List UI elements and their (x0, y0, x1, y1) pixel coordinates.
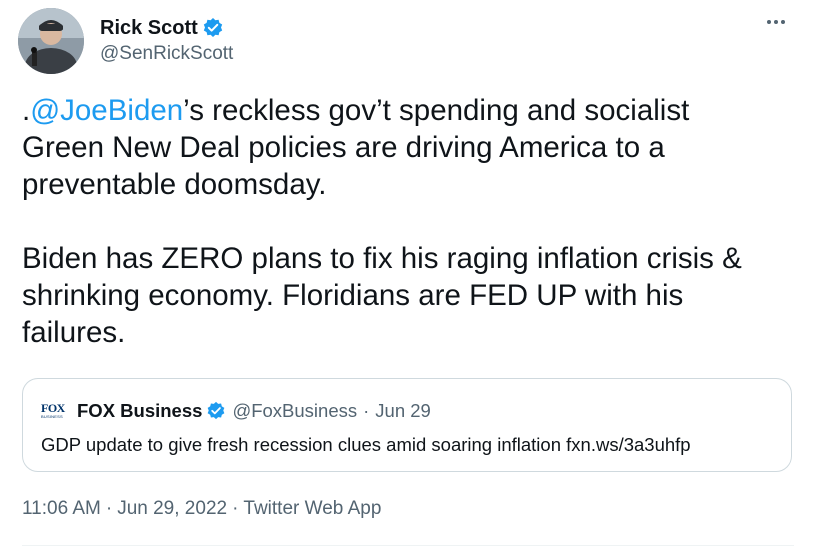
tweet-text-prefix: . (22, 94, 31, 127)
avatar-photo-icon (18, 8, 84, 74)
tweet-paragraph-1: .@JoeBiden’s reckless gov’t spending and… (22, 92, 802, 203)
tweet-text-line2: Green New Deal policies are driving Amer… (22, 131, 665, 164)
tweet-date[interactable]: Jun 29, 2022 (117, 498, 227, 519)
footer-separator: · (105, 498, 113, 519)
fox-business-logo: FOX BUSINESS (41, 401, 71, 421)
tweet-text-line3: preventable doomsday. (22, 168, 327, 201)
tweet-header: Rick Scott @SenRickScott (18, 8, 233, 74)
tweet-paragraph-2: Biden has ZERO plans to fix his raging i… (22, 240, 802, 351)
verified-badge-icon (202, 17, 224, 39)
tweet-footer: 11:06 AM · Jun 29, 2022 · Twitter Web App (22, 496, 381, 522)
footer-separator-2: · (232, 498, 239, 519)
tweet-text-line5: shrinking economy. Floridians are FED UP… (22, 279, 684, 312)
tweet-text-line6: failures. (22, 316, 126, 349)
tweet-text-line4: Biden has ZERO plans to fix his raging i… (22, 242, 742, 275)
quoted-tweet[interactable]: FOX BUSINESS FOX Business @FoxBusiness ·… (22, 378, 792, 472)
quoted-date: Jun 29 (375, 400, 431, 421)
quoted-tweet-text: GDP update to give fresh recession clues… (41, 434, 691, 455)
more-options-button[interactable] (764, 10, 788, 34)
author-avatar[interactable] (18, 8, 84, 74)
quoted-handle: @FoxBusiness (232, 400, 358, 421)
author-names: Rick Scott @SenRickScott (100, 16, 233, 66)
quoted-tweet-header: FOX BUSINESS FOX Business @FoxBusiness ·… (41, 399, 431, 423)
tweet-card: Rick Scott @SenRickScott .@JoeBiden’s re… (0, 0, 816, 548)
quoted-display-name: FOX Business (77, 400, 203, 421)
logo-subtext: BUSINESS (41, 414, 63, 419)
tweet-text: .@JoeBiden’s reckless gov’t spending and… (22, 92, 802, 351)
author-name-row: Rick Scott (100, 16, 233, 40)
divider (22, 545, 794, 546)
quoted-separator: · (363, 400, 370, 421)
quoted-verified-badge-icon (206, 401, 226, 421)
more-horizontal-icon (767, 20, 785, 24)
author-display-name[interactable]: Rick Scott (100, 16, 198, 40)
author-handle[interactable]: @SenRickScott (100, 42, 233, 66)
logo-text: FOX (41, 401, 65, 415)
tweet-time[interactable]: 11:06 AM (22, 498, 101, 519)
tweet-text-line1: ’s reckless gov’t spending and socialist (183, 94, 690, 127)
tweet-source[interactable]: Twitter Web App (243, 498, 381, 519)
mention-link[interactable]: @JoeBiden (30, 94, 183, 127)
